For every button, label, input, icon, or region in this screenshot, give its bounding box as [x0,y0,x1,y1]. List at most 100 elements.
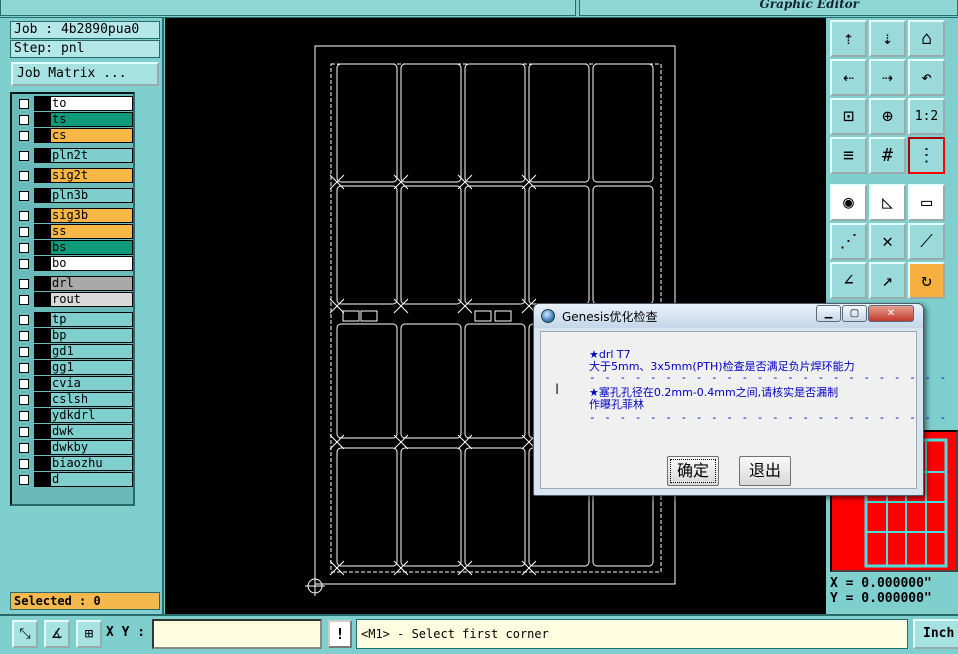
tool-zoom-center-icon[interactable]: ⊕ [869,98,906,135]
layer-name[interactable]: dwk [50,424,133,439]
layer-row[interactable]: biaozhu [14,456,133,471]
snap-mode-icon[interactable]: ⤡ [12,620,38,648]
layer-name[interactable]: pln2t [50,148,133,163]
tool-settings-icon[interactable]: ≡ [830,137,867,174]
layer-checkbox[interactable] [19,191,29,201]
layer-name[interactable]: ss [50,224,133,239]
layer-row[interactable]: to [14,96,133,111]
layer-checkbox[interactable] [19,227,29,237]
layer-checkbox[interactable] [19,331,29,341]
close-button[interactable]: ✕ [868,305,914,322]
layer-name[interactable]: bp [50,328,133,343]
layer-checkbox[interactable] [19,347,29,357]
layer-name[interactable]: drl [50,276,133,291]
tool-rotate-icon[interactable]: ↻ [908,262,945,299]
tool-scale-icon[interactable]: 1:2 [908,98,945,135]
layer-checkbox[interactable] [19,243,29,253]
tool-snap-icon[interactable]: ◉ [830,184,867,221]
tool-cross-icon[interactable]: ✕ [869,223,906,260]
layer-name[interactable]: ts [50,112,133,127]
layer-row[interactable]: cvia [14,376,133,391]
layer-checkbox[interactable] [19,99,29,109]
layer-name[interactable]: bo [50,256,133,271]
tool-angle-icon[interactable]: ∠ [830,262,867,299]
units-button[interactable]: Inch [913,619,958,649]
layer-name[interactable]: sig2t [50,168,133,183]
tool-pan-right-icon[interactable]: ⇢ [869,59,906,96]
tool-line-icon[interactable]: ⟋ [908,223,945,260]
layer-checkbox[interactable] [19,131,29,141]
layer-checkbox[interactable] [19,295,29,305]
layer-name[interactable]: cs [50,128,133,143]
layer-checkbox[interactable] [19,443,29,453]
job-matrix-button[interactable]: Job Matrix ... [11,62,159,86]
tool-pan-left-icon[interactable]: ⇠ [830,59,867,96]
layer-name[interactable]: biaozhu [50,456,133,471]
dialog-titlebar[interactable]: Genesis优化检查 ▁ ▢ ✕ [534,304,923,328]
layer-checkbox[interactable] [19,411,29,421]
layer-row[interactable]: bs [14,240,133,255]
layer-row[interactable]: ydkdrl [14,408,133,423]
layer-row[interactable]: ss [14,224,133,239]
layer-row[interactable]: sig3b [14,208,133,223]
tool-step-up-icon[interactable]: ⇡ [830,20,867,57]
tool-ruler-icon[interactable]: ▭ [908,184,945,221]
layer-row[interactable]: tp [14,312,133,327]
layer-row[interactable]: pln3b [14,188,133,203]
exit-button[interactable]: 退出 [739,456,791,486]
layer-name[interactable]: bs [50,240,133,255]
tool-measure-icon[interactable]: ◺ [869,184,906,221]
tool-step-down-icon[interactable]: ⇣ [869,20,906,57]
layer-row[interactable]: rout [14,292,133,307]
tool-home-icon[interactable]: ⌂ [908,20,945,57]
layer-checkbox[interactable] [19,211,29,221]
layer-checkbox[interactable] [19,151,29,161]
tool-zoom-fit-icon[interactable]: ⊡ [830,98,867,135]
layer-checkbox[interactable] [19,363,29,373]
layer-checkbox[interactable] [19,115,29,125]
layer-name[interactable]: gg1 [50,360,133,375]
layer-name[interactable]: d [50,472,133,487]
maximize-button[interactable]: ▢ [842,305,867,322]
layer-row[interactable]: cslsh [14,392,133,407]
tool-traffic-icon[interactable]: ⋮ [908,137,945,174]
layer-name[interactable]: sig3b [50,208,133,223]
layer-row[interactable]: d [14,472,133,487]
tool-undo-view-icon[interactable]: ↶ [908,59,945,96]
grid-mode-icon[interactable]: ⊞ [76,620,102,648]
layer-name[interactable]: gd1 [50,344,133,359]
layer-checkbox[interactable] [19,171,29,181]
ok-button[interactable]: 确定 [667,456,719,486]
layer-name[interactable]: ydkdrl [50,408,133,423]
layer-row[interactable]: bo [14,256,133,271]
layer-checkbox[interactable] [19,459,29,469]
layer-row[interactable]: pln2t [14,148,133,163]
tool-grid-icon[interactable]: # [869,137,906,174]
layer-row[interactable]: sig2t [14,168,133,183]
layer-row[interactable]: drl [14,276,133,291]
layer-row[interactable]: ts [14,112,133,127]
layer-name[interactable]: tp [50,312,133,327]
alert-button[interactable]: ! [328,620,352,648]
layer-row[interactable]: gg1 [14,360,133,375]
tool-connect-icon[interactable]: ⋰ [830,223,867,260]
layer-row[interactable]: gd1 [14,344,133,359]
layer-name[interactable]: rout [50,292,133,307]
angle-mode-icon[interactable]: ∡ [44,620,70,648]
layer-checkbox[interactable] [19,427,29,437]
layer-name[interactable]: pln3b [50,188,133,203]
xy-input[interactable] [152,619,322,649]
minimize-button[interactable]: ▁ [816,305,841,322]
layer-checkbox[interactable] [19,315,29,325]
layer-name[interactable]: cslsh [50,392,133,407]
layer-row[interactable]: dwkby [14,440,133,455]
tool-arrow-icon[interactable]: ↗ [869,262,906,299]
layer-checkbox[interactable] [19,475,29,485]
layer-checkbox[interactable] [19,379,29,389]
layer-name[interactable]: dwkby [50,440,133,455]
layer-row[interactable]: bp [14,328,133,343]
layer-row[interactable]: dwk [14,424,133,439]
layer-checkbox[interactable] [19,279,29,289]
layer-row[interactable]: cs [14,128,133,143]
layer-checkbox[interactable] [19,259,29,269]
